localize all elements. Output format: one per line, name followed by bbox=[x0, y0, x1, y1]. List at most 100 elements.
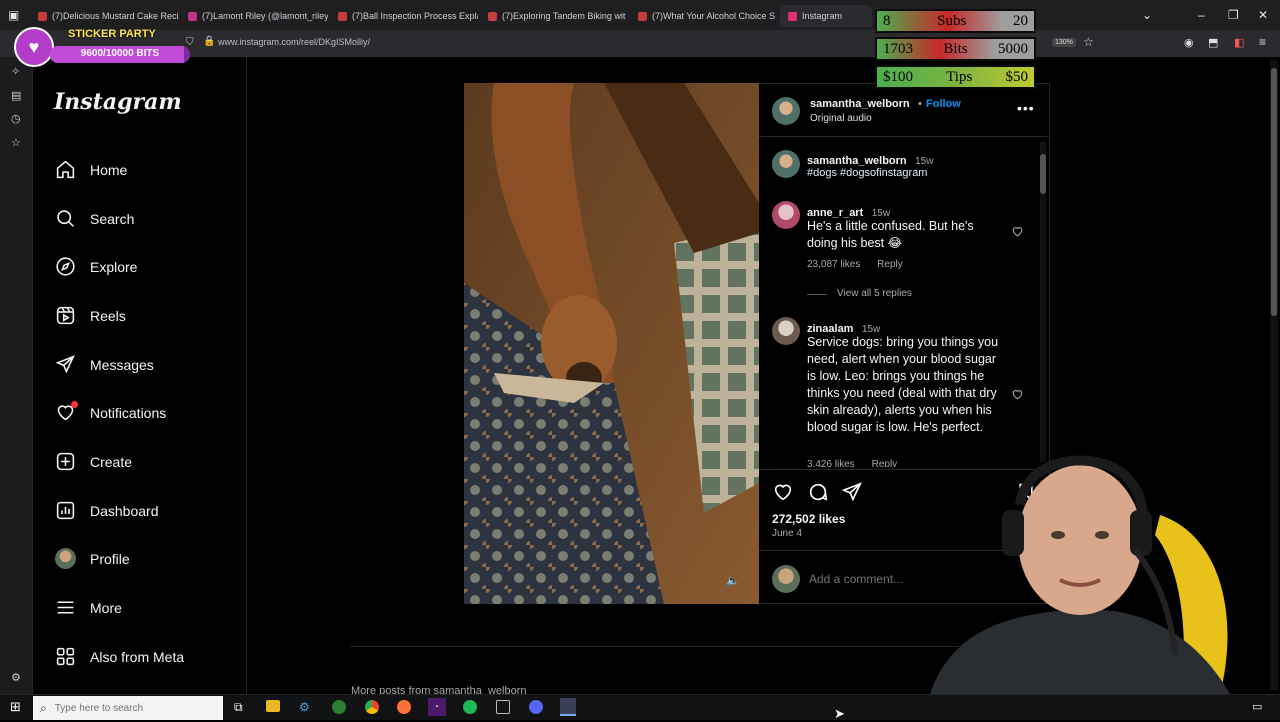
nav-profile[interactable]: Profile bbox=[55, 548, 130, 569]
browser-tab-active[interactable]: Instagram bbox=[780, 5, 872, 27]
browser-tab[interactable]: (7)Delicious Mustard Cake Reci✕ bbox=[38, 5, 178, 27]
post-date: June 4 bbox=[772, 528, 803, 539]
nav-dashboard[interactable]: Dashboard bbox=[55, 500, 159, 521]
scrollbar-thumb[interactable] bbox=[1271, 68, 1277, 316]
sticker-heart-icon: ♥ bbox=[14, 27, 54, 67]
extensions-icon[interactable]: ⬒ bbox=[1208, 36, 1218, 49]
more-options-icon[interactable]: ••• bbox=[1017, 100, 1035, 116]
follow-button[interactable]: Follow bbox=[926, 98, 961, 110]
reader-icon[interactable]: ▤ bbox=[11, 89, 21, 102]
comments-list[interactable]: samantha_welborn 15w #dogs #dogsofinstag… bbox=[759, 137, 1050, 467]
browser-tab[interactable]: (7)Ball Inspection Process Explai✕ bbox=[338, 5, 478, 27]
mute-toggle-icon[interactable]: 🔈 bbox=[726, 574, 740, 587]
compass-icon bbox=[56, 257, 75, 276]
reels-icon bbox=[56, 306, 75, 325]
active-app-icon[interactable] bbox=[560, 698, 576, 716]
notifications-center-icon[interactable]: ▭ bbox=[1252, 700, 1262, 713]
meta-grid-icon bbox=[56, 647, 75, 666]
nav-explore[interactable]: Explore bbox=[55, 256, 137, 277]
caption-user[interactable]: samantha_welborn bbox=[807, 155, 907, 167]
sticker-party-widget: ♥ STICKER PARTY 9600/10000 BITS bbox=[14, 27, 190, 67]
caption-time: 15w bbox=[915, 156, 934, 167]
nav-also-from-meta[interactable]: Also from Meta bbox=[55, 646, 184, 667]
nav-search[interactable]: Search bbox=[55, 208, 134, 229]
nav-messages[interactable]: Messages bbox=[55, 354, 154, 375]
like-icon[interactable] bbox=[772, 481, 794, 503]
browser-tab[interactable]: (7)Exploring Tandem Biking wit✕ bbox=[488, 5, 628, 27]
bar-chart-icon bbox=[56, 501, 75, 520]
sticker-title: STICKER PARTY bbox=[68, 28, 156, 40]
minimize-icon[interactable]: – bbox=[1198, 8, 1205, 22]
pocket-icon[interactable]: ◉ bbox=[1184, 36, 1194, 49]
nav-home[interactable]: Home bbox=[55, 159, 127, 180]
view-replies-button[interactable]: View all 5 replies bbox=[837, 288, 912, 299]
caption-hashtags[interactable]: #dogs #dogsofinstagram bbox=[807, 167, 927, 179]
subs-goal: 8 Subs 20 bbox=[875, 9, 1036, 33]
reply-button[interactable]: Reply bbox=[872, 459, 898, 467]
browser-tab[interactable]: (7)Lamont Riley (@lamont_riley✕ bbox=[188, 5, 328, 27]
home-icon bbox=[56, 160, 75, 179]
comment-likes[interactable]: 3,426 likes bbox=[807, 459, 855, 467]
caption-avatar[interactable] bbox=[772, 150, 800, 178]
close-window-icon[interactable]: ✕ bbox=[1258, 8, 1268, 22]
taskbar-search[interactable]: ⌕ bbox=[33, 696, 223, 720]
instagram-sidebar: Instagram Home Search Explore Reels Mess… bbox=[33, 57, 247, 694]
address-bar: ⛉ 🔒 130% ☆ ◉ ⬒ ◧ ≡ bbox=[0, 30, 1280, 57]
url-field[interactable]: www.instagram.com/reel/DKgISMolliy/ bbox=[218, 37, 370, 47]
comment-avatar[interactable] bbox=[772, 317, 800, 345]
nav-create[interactable]: Create bbox=[55, 451, 132, 472]
comment-likes[interactable]: 23,087 likes bbox=[807, 259, 860, 270]
zoom-level[interactable]: 130% bbox=[1052, 38, 1076, 47]
app-icon[interactable]: ▪ bbox=[428, 698, 446, 716]
comments-scrollbar[interactable] bbox=[1040, 142, 1046, 462]
reel-video[interactable]: 🔈 bbox=[464, 83, 759, 604]
menu-icon bbox=[57, 601, 74, 614]
plus-square-icon bbox=[56, 452, 75, 471]
scrollbar-thumb[interactable] bbox=[1040, 154, 1046, 194]
like-comment-icon[interactable] bbox=[1011, 388, 1024, 401]
like-comment-icon[interactable] bbox=[1011, 225, 1024, 238]
extension-icon[interactable]: ◧ bbox=[1234, 36, 1244, 49]
tab-list-icon[interactable]: ⌄ bbox=[1142, 8, 1152, 22]
firefox-icon[interactable] bbox=[397, 700, 411, 714]
comment-meta: 23,087 likes Reply bbox=[807, 259, 903, 270]
app-icon[interactable] bbox=[496, 700, 510, 714]
current-user-avatar bbox=[772, 565, 800, 593]
spotify-icon[interactable] bbox=[463, 700, 477, 714]
author-avatar[interactable] bbox=[772, 97, 800, 125]
bookmark-star-icon[interactable]: ☆ bbox=[1083, 35, 1094, 49]
browser-tab[interactable]: (7)What Your Alcohol Choice S✕ bbox=[638, 5, 778, 27]
share-icon[interactable] bbox=[841, 481, 863, 503]
comment-icon[interactable] bbox=[807, 481, 829, 503]
xbox-icon[interactable] bbox=[332, 700, 346, 714]
notification-dot bbox=[71, 401, 78, 408]
chrome-icon[interactable] bbox=[365, 700, 379, 714]
app-menu-icon[interactable]: ≡ bbox=[1259, 35, 1266, 49]
taskbar-search-input[interactable] bbox=[54, 702, 205, 714]
sticker-progress-text: 9600/10000 BITS bbox=[80, 48, 160, 59]
tab-menu-icon[interactable]: ▣ bbox=[8, 8, 19, 22]
instagram-logo[interactable]: Instagram bbox=[54, 89, 182, 115]
bookmarks-icon[interactable]: ☆ bbox=[11, 136, 21, 149]
nav-more[interactable]: More bbox=[55, 597, 122, 618]
youtube-icon bbox=[38, 11, 47, 21]
comment-avatar[interactable] bbox=[772, 201, 800, 229]
instagram-icon bbox=[788, 11, 797, 21]
windows-taskbar: ⊞ ⌕ ⧉ ⚙ ▪ ▭ bbox=[0, 694, 1280, 720]
likes-count[interactable]: 272,502 likes bbox=[772, 512, 845, 526]
file-explorer-icon[interactable] bbox=[266, 700, 280, 712]
reply-button[interactable]: Reply bbox=[877, 259, 903, 270]
lock-icon[interactable]: 🔒 bbox=[203, 36, 215, 47]
nav-reels[interactable]: Reels bbox=[55, 305, 126, 326]
windows-start-icon[interactable]: ⊞ bbox=[10, 699, 21, 715]
search-icon: ⌕ bbox=[40, 700, 47, 715]
post-author[interactable]: samantha_welborn bbox=[810, 98, 910, 110]
discord-icon[interactable] bbox=[529, 700, 543, 714]
history-icon[interactable]: ◷ bbox=[11, 112, 21, 125]
steam-icon[interactable]: ⚙ bbox=[299, 700, 310, 714]
audio-label[interactable]: Original audio bbox=[810, 113, 872, 124]
task-view-icon[interactable]: ⧉ bbox=[234, 700, 243, 715]
maximize-icon[interactable]: ❐ bbox=[1228, 8, 1239, 22]
settings-gear-icon[interactable]: ⚙ bbox=[11, 671, 21, 684]
search-icon bbox=[57, 210, 74, 227]
